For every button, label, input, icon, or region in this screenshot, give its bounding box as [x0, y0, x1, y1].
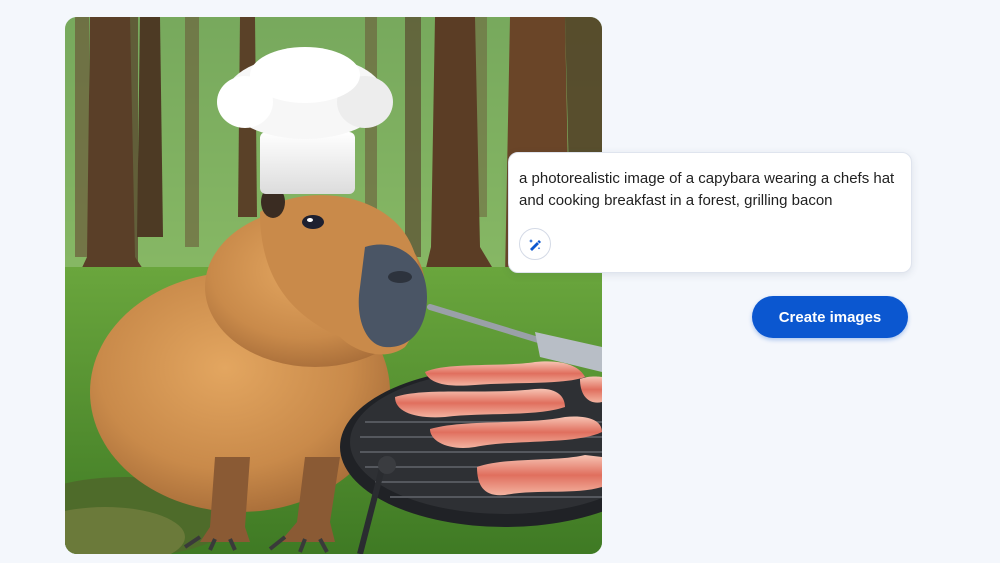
generated-image[interactable] — [65, 17, 602, 554]
magic-pencil-icon — [529, 239, 541, 251]
edit-prompt-button[interactable] — [519, 228, 551, 260]
create-images-button[interactable]: Create images — [752, 296, 908, 338]
capybara-chef-illustration — [65, 17, 602, 554]
prompt-text[interactable]: a photorealistic image of a capybara wea… — [519, 168, 899, 212]
prompt-card[interactable]: a photorealistic image of a capybara wea… — [508, 152, 912, 273]
